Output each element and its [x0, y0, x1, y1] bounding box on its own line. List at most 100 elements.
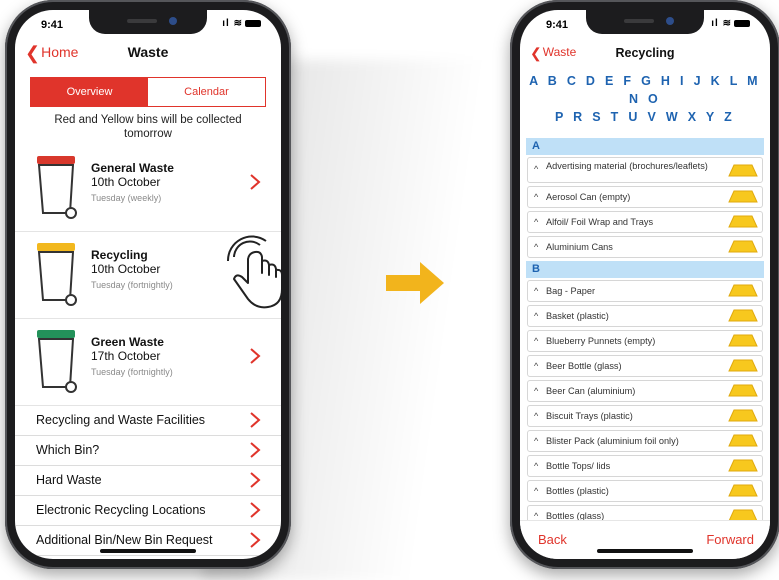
item-label: Basket (plastic): [546, 311, 609, 321]
link-label: Hard Waste: [36, 473, 102, 487]
alphabet-index[interactable]: A B C D E F G H I J K L M N O P R S T U …: [520, 72, 770, 126]
item-label: Biscuit Trays (plastic): [546, 411, 633, 421]
bin-row-green-waste[interactable]: Green Waste 17th October Tuesday (fortni…: [15, 319, 281, 406]
item-label: Bag - Paper: [546, 286, 596, 296]
back-label: Home: [41, 44, 79, 60]
item-label: Blueberry Punnets (empty): [546, 336, 656, 346]
caret-up-icon: ^: [534, 486, 539, 496]
notch: [89, 10, 207, 34]
bin-frequency: Tuesday (weekly): [91, 193, 162, 203]
phone-recycling-list: 9:41 ıl ≋ ❮Waste Recycling A B C D E F G…: [510, 0, 779, 569]
link-label: Which Bin?: [36, 443, 100, 457]
link-label: Electronic Recycling Locations: [36, 503, 206, 517]
bin-frequency: Tuesday (fortnightly): [91, 367, 173, 377]
chevron-right-icon: [250, 174, 261, 190]
list-item[interactable]: ^ Bottle Tops/ lids: [527, 455, 763, 477]
yellow-bin-icon: [728, 409, 758, 422]
home-indicator: [100, 549, 196, 553]
bin-name: Recycling: [91, 248, 148, 262]
caret-up-icon: ^: [534, 386, 539, 396]
tab-overview[interactable]: Overview: [31, 78, 148, 106]
list-item[interactable]: ^ Advertising material (brochures/leaflet…: [527, 157, 763, 183]
item-label: Beer Can (aluminium): [546, 386, 636, 396]
back-toolbar-button[interactable]: Back: [538, 532, 567, 547]
alphabet-line[interactable]: A B C D E F G H I J K L M N O: [520, 72, 770, 108]
back-button[interactable]: ❮Waste: [530, 45, 576, 62]
chevron-right-icon: [250, 472, 261, 488]
caret-up-icon: ^: [534, 164, 539, 174]
yellow-bin-icon: [728, 384, 758, 397]
caret-up-icon: ^: [534, 436, 539, 446]
list-item[interactable]: ^ Beer Bottle (glass): [527, 355, 763, 377]
caret-up-icon: ^: [534, 336, 539, 346]
list-item[interactable]: ^ Beer Can (aluminium): [527, 380, 763, 402]
list-item[interactable]: ^ Basket (plastic): [527, 305, 763, 327]
list-item[interactable]: ^ Blister Pack (aluminium foil only): [527, 430, 763, 452]
link-which-bin[interactable]: Which Bin?: [15, 436, 281, 466]
back-label: Waste: [542, 45, 577, 59]
bin-date: 10th October: [91, 262, 161, 276]
chevron-right-icon: [250, 532, 261, 548]
screen-waste: 9:41 ıl ≋ ❮Home Waste Overview Calendar …: [15, 10, 281, 559]
list-item[interactable]: ^ Biscuit Trays (plastic): [527, 405, 763, 427]
tap-hand-icon: [226, 235, 281, 309]
green-bin-icon: [37, 330, 77, 393]
signal-wifi-battery-icon: ıl ≋: [711, 18, 750, 29]
yellow-bin-icon: [37, 243, 77, 306]
yellow-bin-icon: [728, 334, 758, 347]
yellow-bin-icon: [728, 484, 758, 497]
caret-up-icon: ^: [534, 311, 539, 321]
caret-up-icon: ^: [534, 286, 539, 296]
tab-calendar[interactable]: Calendar: [148, 78, 265, 106]
status-time: 9:41: [546, 19, 569, 31]
yellow-bin-icon: [728, 284, 758, 297]
list-item[interactable]: ^ Alfoil/ Foil Wrap and Trays: [527, 211, 763, 233]
yellow-bin-icon: [728, 309, 758, 322]
item-list: A ^ Advertising material (brochures/leafl…: [526, 138, 764, 530]
list-item[interactable]: ^ Bottles (plastic): [527, 480, 763, 502]
forward-toolbar-button[interactable]: Forward: [706, 532, 754, 547]
list-item[interactable]: ^ Aluminium Cans: [527, 236, 763, 258]
list-item[interactable]: ^ Aerosol Can (empty): [527, 186, 763, 208]
caret-up-icon: ^: [534, 361, 539, 371]
yellow-bin-icon: [728, 434, 758, 447]
collection-notice: Red and Yellow bins will be collected to…: [54, 114, 242, 140]
bin-name: Green Waste: [91, 335, 164, 349]
screen-recycling: 9:41 ıl ≋ ❮Waste Recycling A B C D E F G…: [520, 10, 770, 559]
caret-up-icon: ^: [534, 242, 539, 252]
item-label: Aluminium Cans: [546, 242, 613, 252]
list-item[interactable]: ^ Bag - Paper: [527, 280, 763, 302]
phone-waste-overview: 9:41 ıl ≋ ❮Home Waste Overview Calendar …: [5, 0, 291, 569]
link-hard-waste[interactable]: Hard Waste: [15, 466, 281, 496]
nav-bar: ❮Waste Recycling: [520, 40, 770, 66]
chevron-left-icon: ❮: [530, 45, 542, 61]
link-electronic-recycling[interactable]: Electronic Recycling Locations: [15, 496, 281, 526]
yellow-bin-icon: [728, 359, 758, 372]
list-item[interactable]: ^ Blueberry Punnets (empty): [527, 330, 763, 352]
chevron-right-icon: [250, 502, 261, 518]
section-header-a: A: [526, 138, 764, 155]
link-recycling-facilities[interactable]: Recycling and Waste Facilities: [15, 406, 281, 436]
nav-bar: ❮Home Waste: [15, 40, 281, 66]
chevron-right-icon: [250, 348, 261, 364]
segmented-control: Overview Calendar: [30, 77, 266, 107]
link-label: Recycling and Waste Facilities: [36, 413, 206, 427]
arrow-right-icon: [386, 262, 444, 304]
link-list: Recycling and Waste Facilities Which Bin…: [15, 406, 281, 556]
yellow-bin-icon: [728, 190, 758, 203]
item-label: Advertising material (brochures/leaflets…: [546, 161, 708, 171]
status-time: 9:41: [41, 19, 64, 31]
item-label: Alfoil/ Foil Wrap and Trays: [546, 217, 654, 227]
signal-wifi-battery-icon: ıl ≋: [222, 18, 261, 29]
item-label: Bottle Tops/ lids: [546, 461, 611, 471]
item-label: Bottles (plastic): [546, 486, 609, 496]
bin-row-general-waste[interactable]: General Waste 10th October Tuesday (week…: [15, 145, 281, 232]
caret-up-icon: ^: [534, 411, 539, 421]
back-button[interactable]: ❮Home: [25, 43, 78, 64]
bin-name: General Waste: [91, 161, 174, 175]
bin-frequency: Tuesday (fortnightly): [91, 280, 173, 290]
alphabet-line[interactable]: P R S T U V W X Y Z: [520, 108, 770, 126]
chevron-left-icon: ❮: [25, 43, 41, 63]
yellow-bin-icon: [728, 240, 758, 253]
red-bin-icon: [37, 156, 77, 219]
